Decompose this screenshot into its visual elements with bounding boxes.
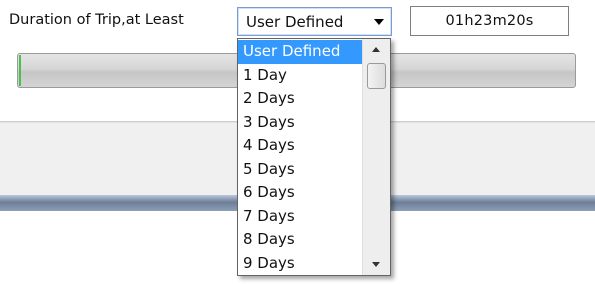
dropdown-scrollbar[interactable] <box>362 39 390 275</box>
dropdown-option-5-days[interactable]: 5 Days <box>238 158 362 182</box>
scroll-down-button[interactable] <box>363 255 390 275</box>
dropdown-option-6-days[interactable]: 6 Days <box>238 181 362 205</box>
duration-combobox-value: User Defined <box>246 13 344 31</box>
scrollbar-thumb[interactable] <box>367 63 386 89</box>
scroll-up-arrow-icon <box>372 47 380 52</box>
duration-dropdown-list[interactable]: User Defined 1 Day 2 Days 3 Days 4 Days … <box>237 38 391 276</box>
chevron-down-icon[interactable] <box>374 19 384 25</box>
dropdown-option-user-defined[interactable]: User Defined <box>238 40 362 64</box>
option-list: User Defined 1 Day 2 Days 3 Days 4 Days … <box>238 40 362 275</box>
dropdown-option-1-day[interactable]: 1 Day <box>238 64 362 88</box>
progress-bar-fill <box>19 55 21 86</box>
dropdown-option-9-days[interactable]: 9 Days <box>238 252 362 276</box>
scroll-up-button[interactable] <box>363 39 390 59</box>
dropdown-option-7-days[interactable]: 7 Days <box>238 205 362 229</box>
dropdown-option-2-days[interactable]: 2 Days <box>238 87 362 111</box>
duration-combobox[interactable]: User Defined <box>237 7 392 36</box>
dropdown-option-3-days[interactable]: 3 Days <box>238 111 362 135</box>
scroll-down-arrow-icon <box>372 262 380 267</box>
duration-time-field[interactable]: 01h23m20s <box>410 6 569 36</box>
duration-label: Duration of Trip,at Least <box>9 12 184 28</box>
dropdown-option-4-days[interactable]: 4 Days <box>238 134 362 158</box>
dropdown-option-8-days[interactable]: 8 Days <box>238 228 362 252</box>
